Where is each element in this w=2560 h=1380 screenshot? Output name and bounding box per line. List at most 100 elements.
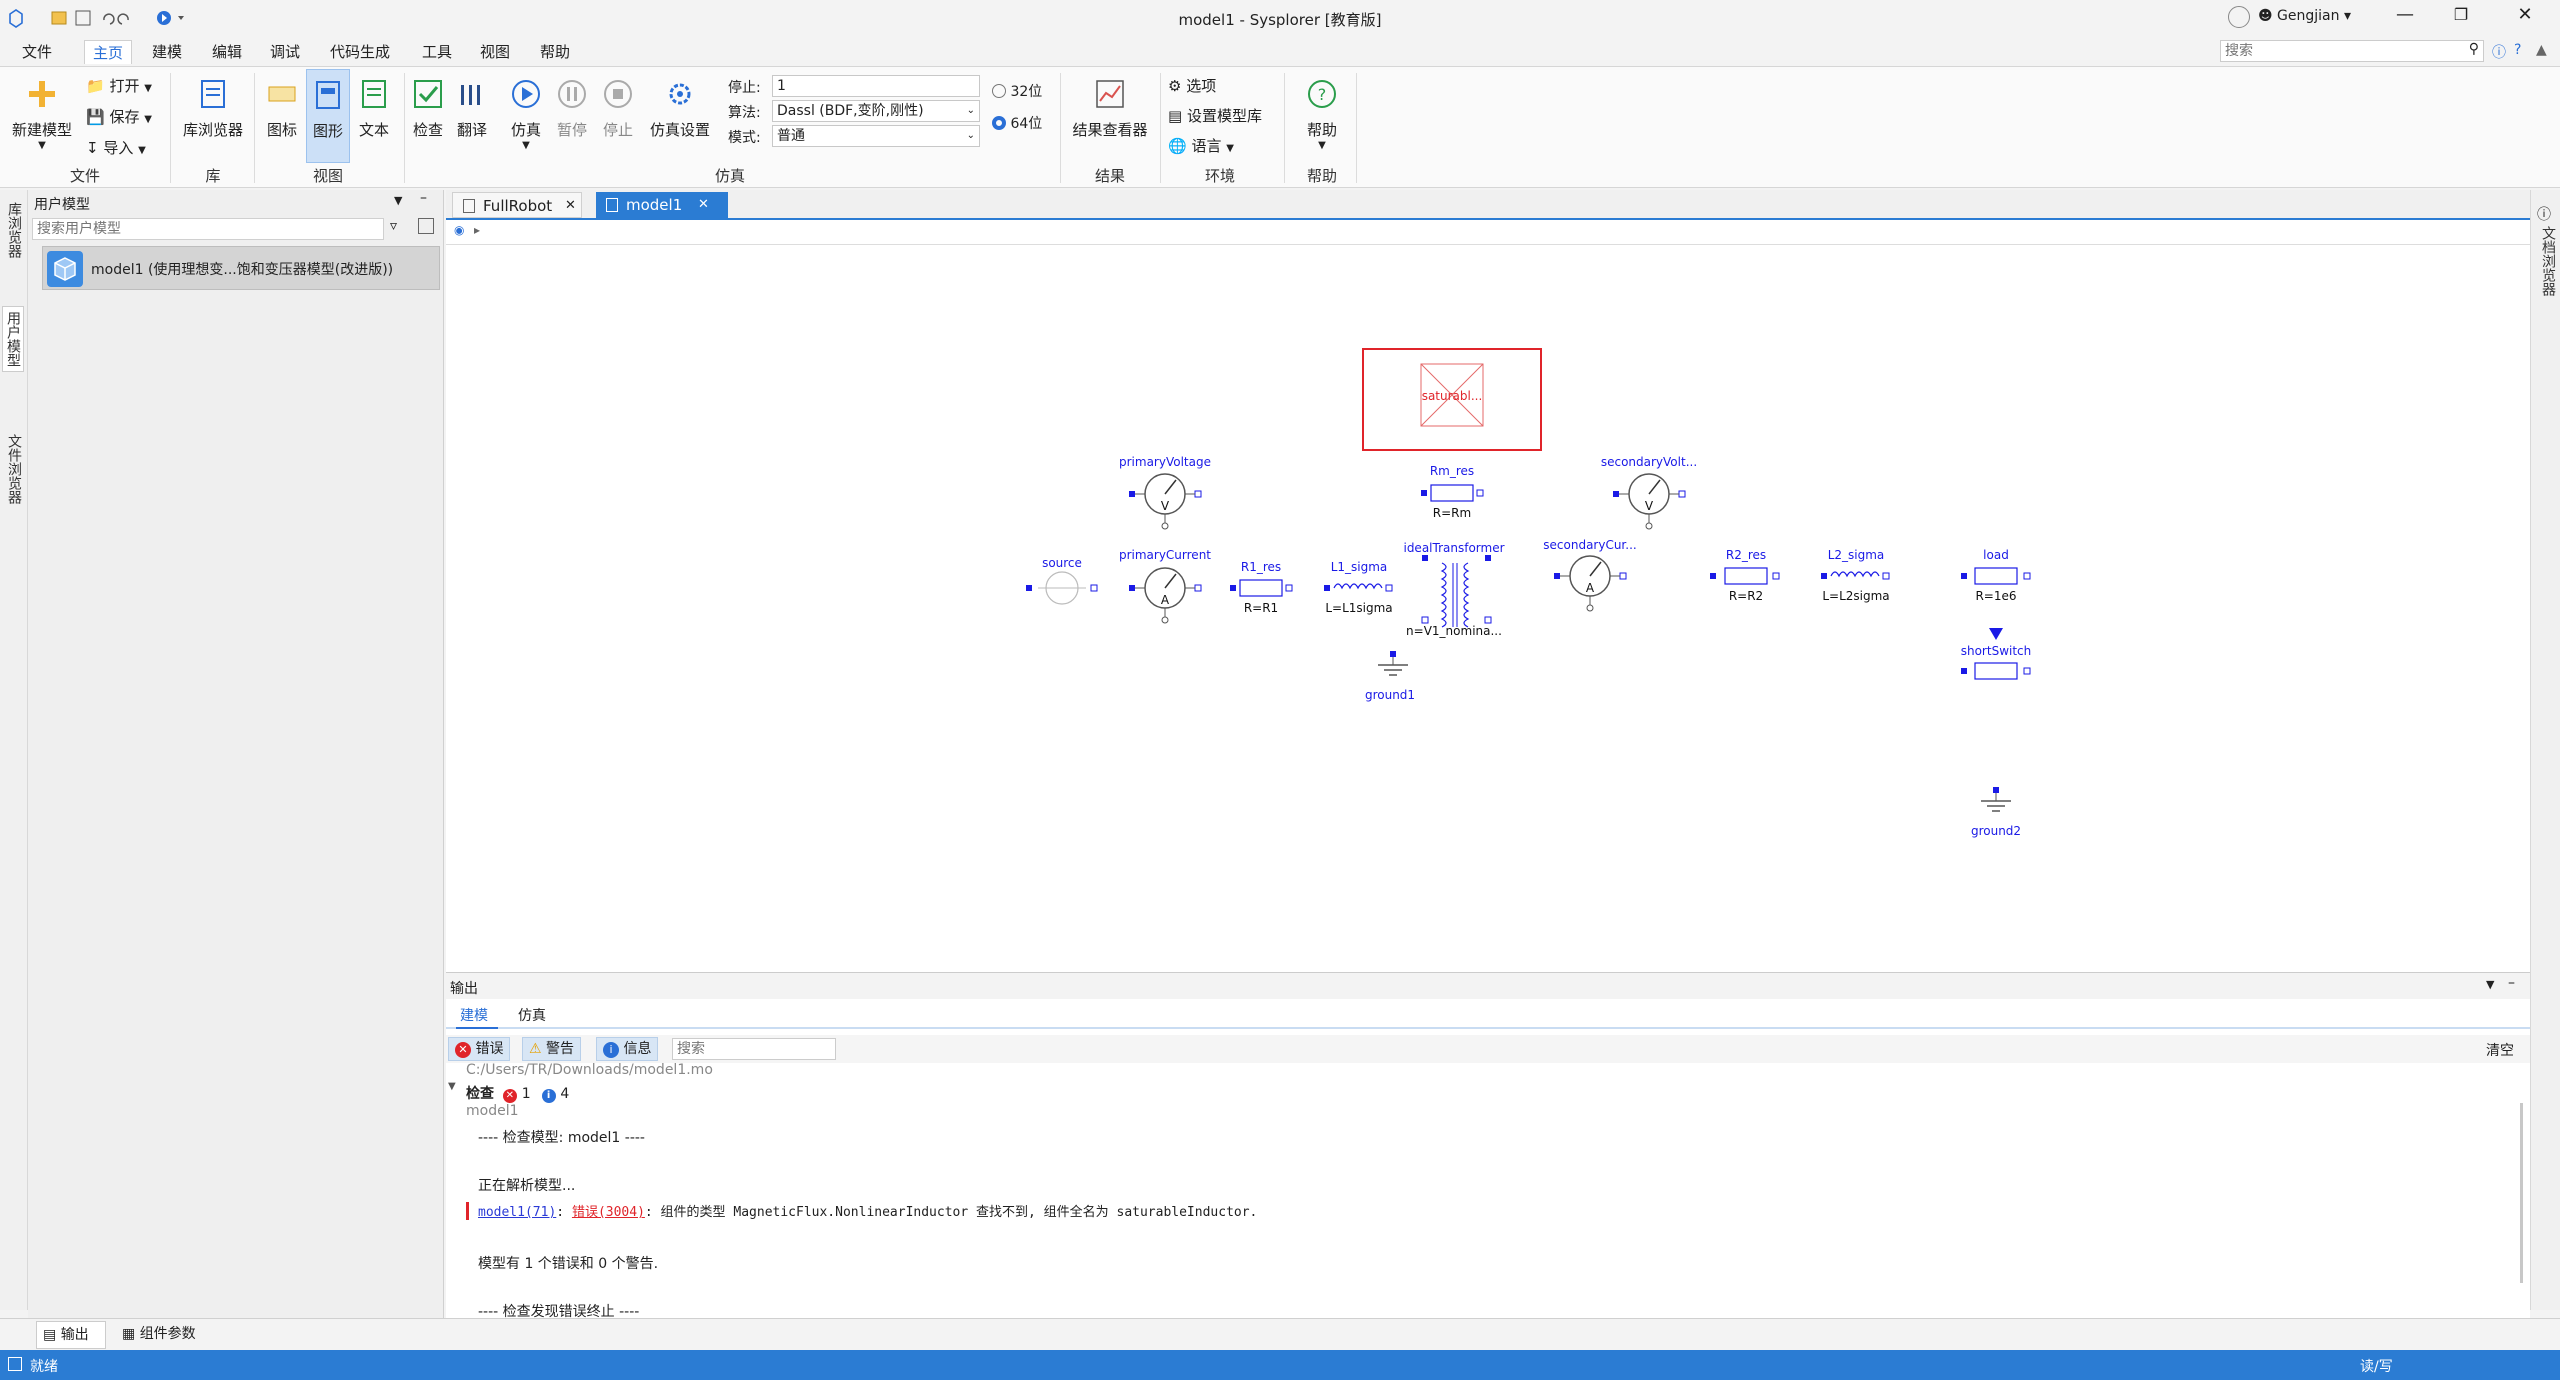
l1-inductor[interactable]: L1_sigma L=L1sigma xyxy=(1324,560,1393,615)
graphic-view-button[interactable]: 图形 xyxy=(306,69,350,163)
bottom-tab-params-label: 组件参数 xyxy=(139,1326,196,1342)
menu-view[interactable]: 视图 xyxy=(472,40,518,64)
ground1-label: ground1 xyxy=(1365,688,1415,702)
side-tab-doc-browser[interactable]: 文档浏览器 xyxy=(2536,226,2558,296)
tab-fullrobot[interactable]: FullRobot ✕ xyxy=(452,192,582,218)
menu-file[interactable]: 文件 xyxy=(14,40,60,64)
side-tab-library-browser[interactable]: 库浏览器 xyxy=(2,202,24,258)
help-circle-icon[interactable]: ⓘ xyxy=(2492,42,2506,62)
error-code-link[interactable]: 错误(3004) xyxy=(572,1205,645,1220)
output-search-input[interactable] xyxy=(673,1039,831,1059)
text-view-button[interactable]: 文本 xyxy=(352,77,396,140)
minimize-button[interactable]: — xyxy=(2390,4,2420,25)
output-tab-modeling[interactable]: 建模 xyxy=(460,1005,488,1025)
restore-button[interactable]: ❐ xyxy=(2446,5,2476,24)
close-button[interactable]: ✕ xyxy=(2510,4,2540,25)
load-resistor[interactable]: load R=1e6 xyxy=(1961,548,2031,603)
options-button[interactable]: ⚙ 选项 xyxy=(1168,75,1216,96)
rm-resistor[interactable]: Rm_res R=Rm xyxy=(1421,464,1484,520)
filter-warning-button[interactable]: ⚠ 警告 xyxy=(522,1037,582,1061)
primary-current-sensor[interactable]: primaryCurrent A xyxy=(1119,548,1211,624)
ground1[interactable]: ground1 xyxy=(1365,651,1415,702)
library-browser-button[interactable]: 库浏览器 xyxy=(178,77,248,140)
menu-edit[interactable]: 编辑 xyxy=(204,40,250,64)
menu-help[interactable]: 帮助 xyxy=(532,40,578,64)
check-button[interactable]: 检查 xyxy=(408,77,448,140)
user-model-search[interactable] xyxy=(32,218,384,240)
bit32-radio[interactable]: 32位 xyxy=(992,81,1042,101)
import-button[interactable]: ↧ 导入 ▼ xyxy=(86,137,146,158)
new-model-button[interactable]: 新建模型 ▼ xyxy=(8,77,76,151)
tab-model1[interactable]: model1 ✕ xyxy=(596,192,728,218)
clock-icon[interactable] xyxy=(2228,6,2250,28)
r1-resistor[interactable]: R1_res R=R1 xyxy=(1230,560,1293,615)
secondary-current-sensor[interactable]: secondaryCur... A xyxy=(1543,538,1637,612)
mode-select[interactable]: 普通 ⌄ xyxy=(772,125,980,147)
language-button[interactable]: 🌐 语言 ▼ xyxy=(1168,135,1234,156)
output-scrollbar[interactable] xyxy=(2520,1103,2523,1283)
menu-home[interactable]: 主页 xyxy=(84,40,133,64)
panel-minimize-icon[interactable]: – xyxy=(2508,975,2515,991)
bottom-tab-output[interactable]: ▤ 输出 xyxy=(36,1321,106,1349)
user-model-label: model1 (使用理想变...饱和变压器模型(改进版)) xyxy=(91,262,394,278)
help-button[interactable]: ? 帮助 ▼ xyxy=(1292,77,1352,151)
translate-button[interactable]: 翻译 xyxy=(452,77,492,140)
breadcrumb-arrow-icon[interactable]: ▸ xyxy=(474,223,480,237)
icon-view-button[interactable]: 图标 xyxy=(260,77,304,140)
panel-minimize-icon[interactable]: – xyxy=(420,190,427,206)
bottom-tab-component-params[interactable]: ▦ 组件参数 xyxy=(122,1321,196,1349)
search-icon[interactable]: ⚲ xyxy=(2469,41,2479,57)
bit64-radio[interactable]: 64位 xyxy=(992,113,1042,133)
save-button[interactable]: 💾 保存 ▼ xyxy=(86,106,152,127)
set-library-button[interactable]: ▤ 设置模型库 xyxy=(1168,105,1262,126)
help-question-icon[interactable]: ? xyxy=(2514,42,2521,58)
menu-debug[interactable]: 调试 xyxy=(262,40,308,64)
user-menu[interactable]: ☻ Gengjian ▾ xyxy=(2258,8,2351,24)
algorithm-select[interactable]: Dassl (BDF,变阶,刚性) ⌄ xyxy=(772,100,980,122)
collapse-all-icon[interactable] xyxy=(418,218,434,234)
tab-close-icon[interactable]: ✕ xyxy=(698,192,709,218)
filter-error-button[interactable]: ✕ 错误 xyxy=(448,1037,511,1061)
collapse-arrow-icon[interactable]: ▼ xyxy=(448,1081,456,1092)
global-search[interactable]: ⚲ xyxy=(2220,40,2484,62)
ideal-transformer[interactable]: idealTransformer n=V1_nomina... xyxy=(1403,541,1504,638)
menu-modeling[interactable]: 建模 xyxy=(144,40,190,64)
stop-time-input[interactable]: 1 xyxy=(772,75,980,97)
algorithm-label: 算法: xyxy=(728,105,761,121)
menu-codegen[interactable]: 代码生成 xyxy=(322,40,398,64)
panel-menu-icon[interactable]: ▼ xyxy=(2486,978,2494,991)
side-tab-user-models[interactable]: 用户模型 xyxy=(2,306,24,372)
menu-tools[interactable]: 工具 xyxy=(414,40,460,64)
l2-inductor[interactable]: L2_sigma L=L2sigma xyxy=(1821,548,1890,603)
error-location-link[interactable]: model1(71) xyxy=(478,1205,556,1220)
secondary-voltage-sensor[interactable]: secondaryVolt... V xyxy=(1601,455,1697,530)
panel-menu-icon[interactable]: ▼ xyxy=(394,194,402,207)
stop-button[interactable]: 停止 xyxy=(598,77,638,140)
play-icon xyxy=(512,80,540,108)
tab-close-icon[interactable]: ✕ xyxy=(565,193,576,219)
global-search-input[interactable] xyxy=(2221,41,2441,61)
user-model-item[interactable]: model1 (使用理想变...饱和变压器模型(改进版)) xyxy=(42,246,440,290)
output-search[interactable] xyxy=(672,1038,836,1060)
open-button[interactable]: 📁 打开 ▼ xyxy=(86,75,152,96)
pause-button[interactable]: 暂停 xyxy=(552,77,592,140)
voltage-source[interactable]: source xyxy=(1026,556,1098,605)
filter-icon[interactable]: ▿ xyxy=(390,218,397,234)
saturable-inductor[interactable]: saturabl... xyxy=(1362,348,1542,451)
ground2[interactable]: ground2 xyxy=(1971,787,2021,838)
sim-settings-button[interactable]: 仿真设置 xyxy=(644,77,716,140)
user-model-search-input[interactable] xyxy=(33,219,373,239)
bit32-label: 32位 xyxy=(1010,84,1043,100)
output-tab-simulation[interactable]: 仿真 xyxy=(518,1005,546,1025)
r2-resistor[interactable]: R2_res R=R2 xyxy=(1710,548,1780,603)
diagram-canvas[interactable]: saturabl... primaryVoltage V Rm_res R=Rm… xyxy=(446,244,2530,972)
window-title: model1 - Sysplorer [教育版] xyxy=(1178,11,1382,29)
short-switch[interactable]: shortSwitch xyxy=(1961,628,2032,680)
result-viewer-button[interactable]: 结果查看器 xyxy=(1068,77,1152,140)
simulate-button[interactable]: 仿真 ▼ xyxy=(506,77,546,151)
ribbon-toggle-icon[interactable]: ▲ xyxy=(2536,42,2547,58)
clear-button[interactable]: 清空 xyxy=(2486,1040,2514,1060)
side-tab-file-browser[interactable]: 文件浏览器 xyxy=(2,434,24,504)
filter-info-button[interactable]: i 信息 xyxy=(596,1037,659,1061)
primary-voltage-sensor[interactable]: primaryVoltage V xyxy=(1119,455,1211,530)
